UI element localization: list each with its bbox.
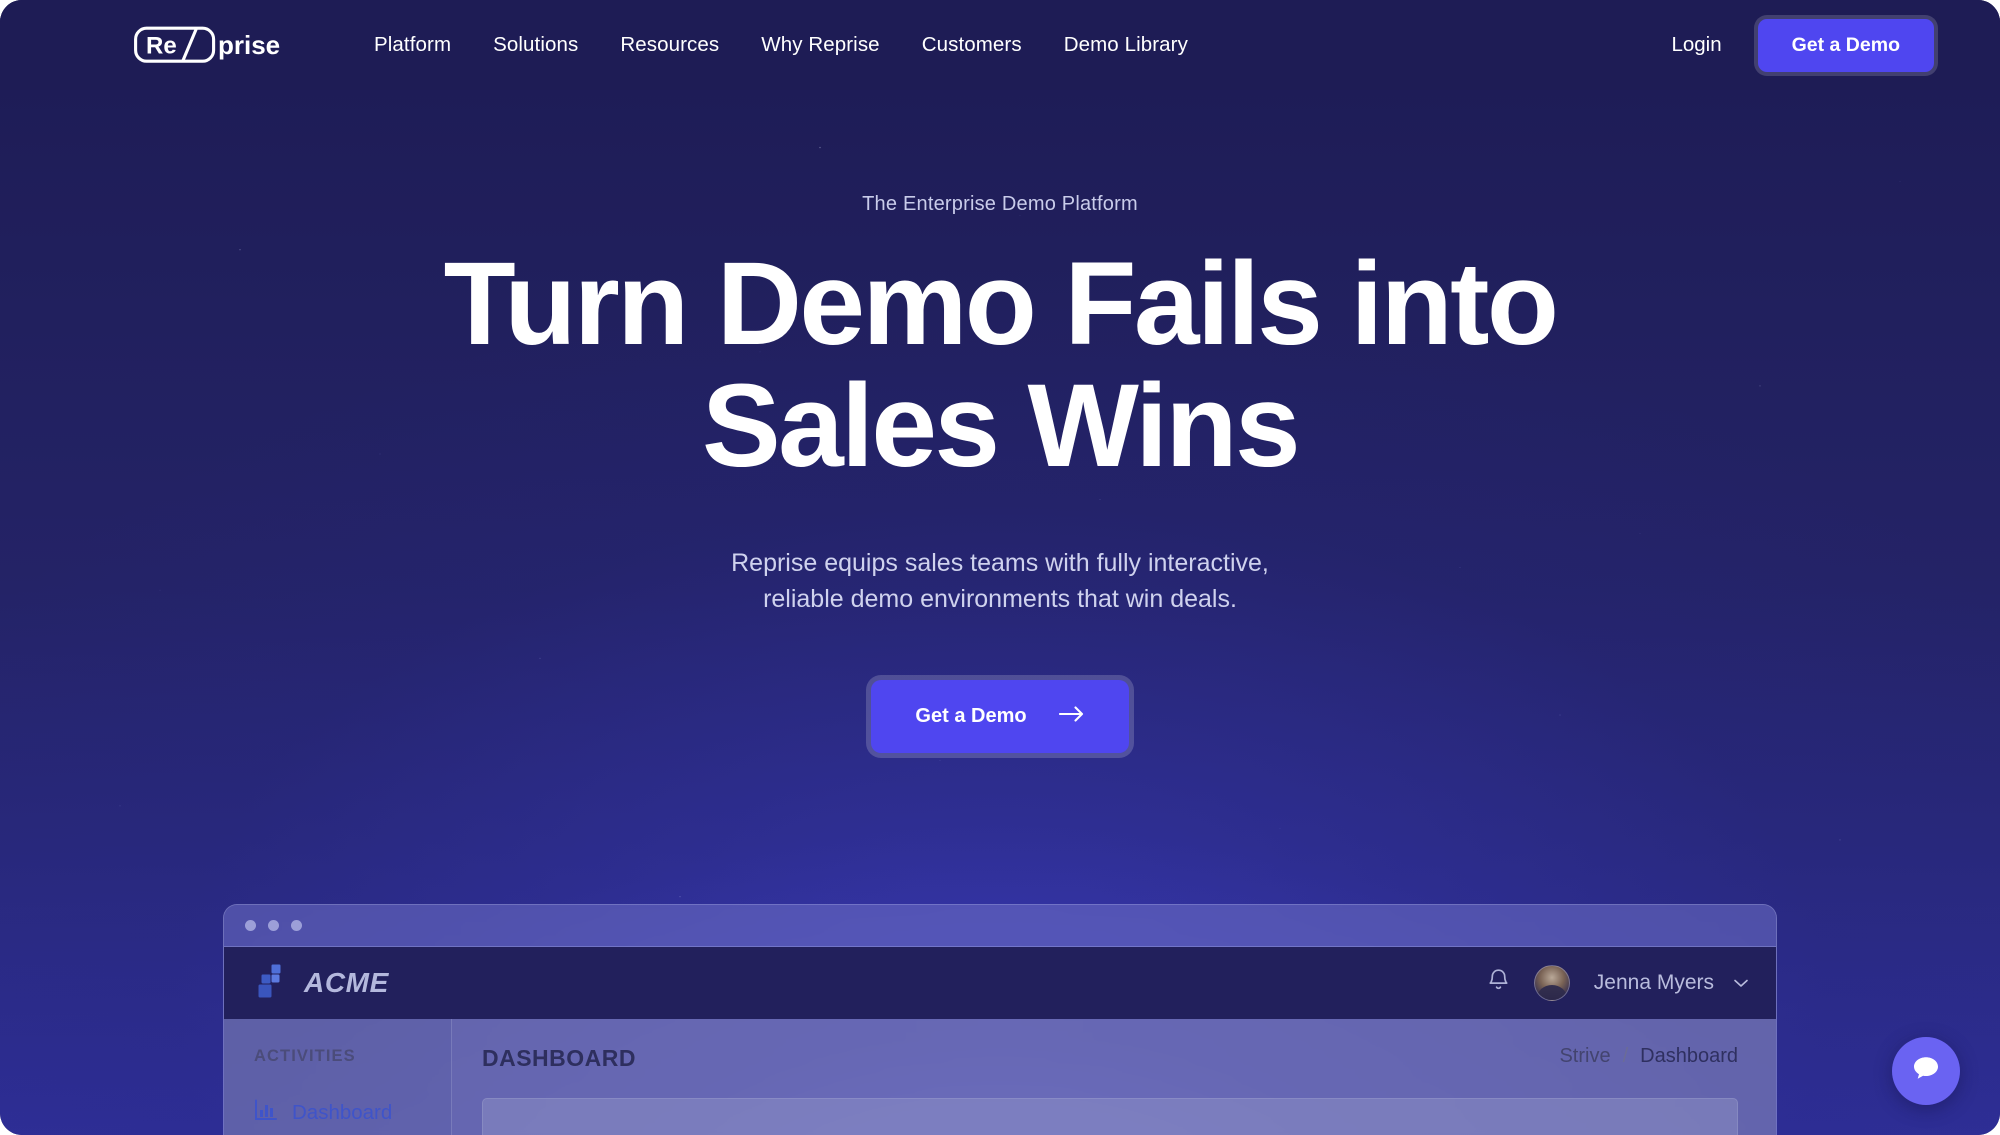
- app-body: ACTIVITIES Dashboard DASHBOARD Strive / …: [224, 1019, 1776, 1135]
- landing-page: Re prise Platform Solutions Resources Wh…: [0, 0, 2000, 1135]
- chat-widget-button[interactable]: [1892, 1037, 1960, 1105]
- svg-text:prise: prise: [218, 30, 280, 60]
- get-a-demo-button-hero[interactable]: Get a Demo: [871, 680, 1129, 754]
- acme-brand-name: ACME: [304, 967, 389, 998]
- window-close-dot-icon: [245, 920, 256, 931]
- sidebar-item-label: Dashboard: [292, 1100, 393, 1124]
- browser-chrome-bar: [224, 905, 1776, 947]
- nav-link-demo-library[interactable]: Demo Library: [1064, 33, 1188, 57]
- nav-link-platform[interactable]: Platform: [374, 33, 451, 57]
- top-navigation-bar: Re prise Platform Solutions Resources Wh…: [0, 0, 2000, 90]
- breadcrumb-current: Dashboard: [1640, 1045, 1738, 1067]
- nav-link-why-reprise[interactable]: Why Reprise: [761, 33, 879, 57]
- nav-actions: Login Get a Demo: [1671, 18, 1934, 72]
- window-maximize-dot-icon: [291, 920, 302, 931]
- arrow-right-icon: [1058, 705, 1085, 728]
- main-content-header: DASHBOARD Strive / Dashboard: [482, 1045, 1738, 1072]
- window-minimize-dot-icon: [268, 920, 279, 931]
- headline-line-1: Turn Demo Fails into: [443, 238, 1559, 370]
- nav-link-solutions[interactable]: Solutions: [493, 33, 578, 57]
- acme-logo[interactable]: ACME: [258, 964, 389, 1003]
- acme-blocks-icon: [258, 964, 288, 1003]
- hero-section: The Enterprise Demo Platform Turn Demo F…: [0, 90, 2000, 754]
- subheading-line-2: reliable demo environments that win deal…: [763, 585, 1237, 614]
- nav-link-resources[interactable]: Resources: [620, 33, 719, 57]
- sidebar-item-dashboard[interactable]: Dashboard: [254, 1099, 451, 1126]
- user-name-label[interactable]: Jenna Myers: [1594, 971, 1714, 995]
- reprise-logo[interactable]: Re prise: [134, 26, 296, 63]
- hero-headline: Turn Demo Fails into Sales Wins: [0, 243, 2000, 492]
- hero-cta-container: Get a Demo: [0, 680, 2000, 754]
- subheading-line-1: Reprise equips sales teams with fully in…: [731, 549, 1269, 578]
- app-top-bar: ACME Jenna Myers: [224, 947, 1776, 1019]
- chat-bubble-icon: [1911, 1054, 1941, 1088]
- svg-text:Re: Re: [146, 33, 177, 60]
- page-title: DASHBOARD: [482, 1045, 636, 1071]
- nav-link-customers[interactable]: Customers: [922, 33, 1022, 57]
- bell-icon[interactable]: [1487, 968, 1510, 998]
- login-link[interactable]: Login: [1671, 33, 1721, 57]
- hero-eyebrow: The Enterprise Demo Platform: [862, 193, 1138, 215]
- bar-chart-icon: [254, 1099, 278, 1126]
- app-bar-actions: Jenna Myers: [1487, 965, 1748, 1001]
- hero-subheading: Reprise equips sales teams with fully in…: [0, 545, 2000, 617]
- breadcrumb-parent[interactable]: Strive: [1559, 1045, 1610, 1068]
- app-sidebar: ACTIVITIES Dashboard: [224, 1019, 452, 1135]
- app-main-content: DASHBOARD Strive / Dashboard: [452, 1019, 1776, 1135]
- product-screenshot-mockup: ACME Jenna Myers ACTIVITIES Dashboard DA…: [223, 904, 1777, 1135]
- headline-line-2: Sales Wins: [702, 359, 1301, 492]
- primary-nav-links: Platform Solutions Resources Why Reprise…: [374, 33, 1188, 57]
- hero-cta-label: Get a Demo: [915, 705, 1027, 728]
- breadcrumb-separator: /: [1622, 1045, 1629, 1067]
- dashboard-content-card: [482, 1098, 1738, 1135]
- breadcrumb: Strive / Dashboard: [1559, 1045, 1738, 1068]
- get-a-demo-button-nav[interactable]: Get a Demo: [1757, 18, 1934, 72]
- avatar[interactable]: [1533, 965, 1570, 1001]
- sidebar-section-label: ACTIVITIES: [254, 1047, 356, 1065]
- chevron-down-icon[interactable]: [1734, 973, 1748, 993]
